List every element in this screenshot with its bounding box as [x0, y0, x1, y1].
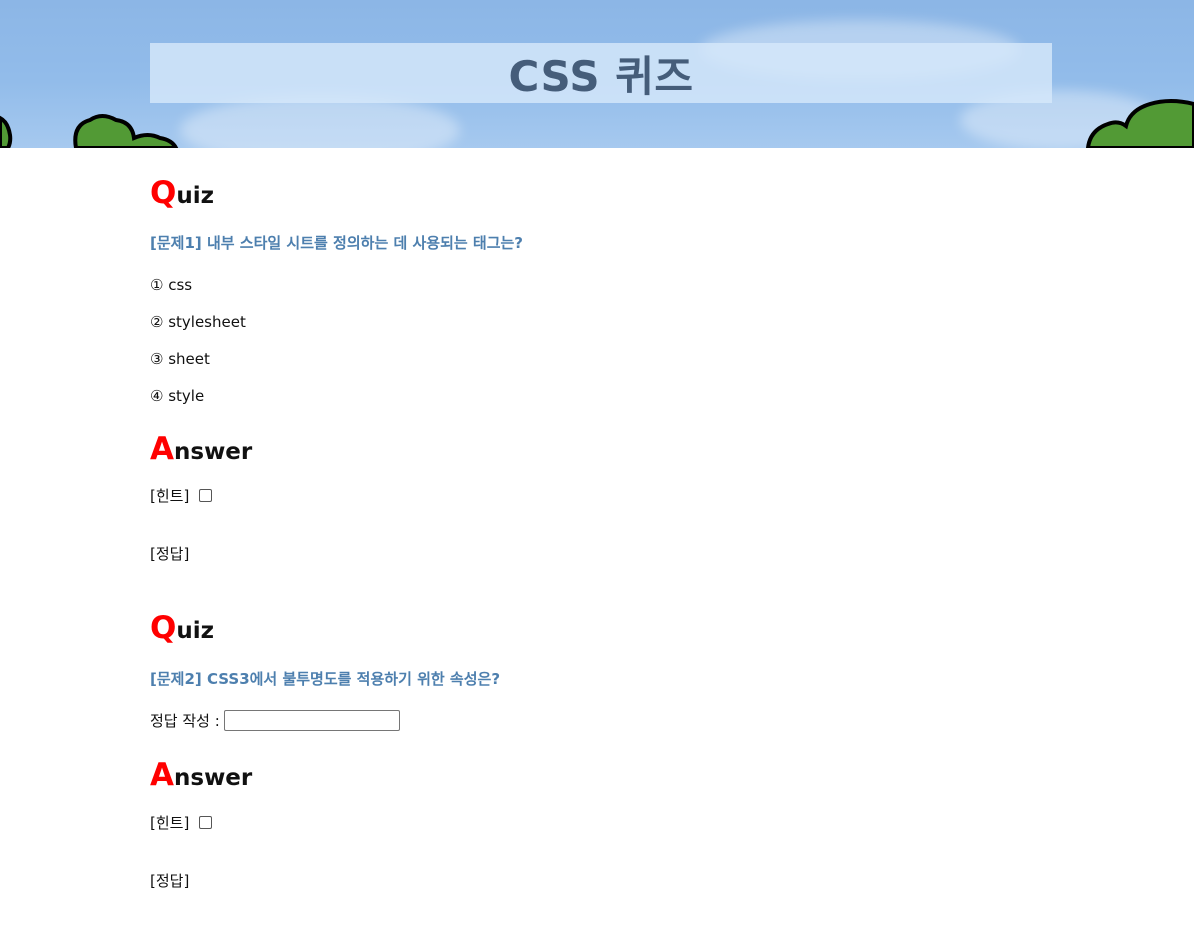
answer-heading-initial: A — [150, 757, 174, 793]
quiz-heading-rest: uiz — [176, 183, 215, 209]
answer-heading-rest: nswer — [174, 765, 253, 791]
answer-heading-initial: A — [150, 431, 174, 467]
question-1: [문제1] 내부 스타일 시트를 정의하는 데 사용되는 태그는? — [150, 234, 524, 252]
hint-row: [힌트] — [150, 485, 213, 506]
answer-heading: Answer — [150, 760, 252, 791]
quiz-heading: Quiz — [150, 178, 214, 209]
hint-checkbox[interactable] — [199, 816, 213, 829]
option-4: ④ style — [150, 387, 205, 405]
answer-input-label: 정답 작성 : — [150, 712, 220, 730]
quiz-heading-initial: Q — [150, 610, 177, 646]
answer-heading-rest: nswer — [174, 439, 253, 465]
header-banner: CSS 퀴즈 — [0, 0, 1194, 148]
answer-label: [정답] — [150, 872, 190, 890]
quiz-heading-rest: uiz — [176, 618, 215, 644]
hint-checkbox[interactable] — [199, 489, 213, 502]
answer-heading: Answer — [150, 434, 252, 465]
question-2: [문제2] CSS3에서 불투명도를 적용하기 위한 속성은? — [150, 670, 501, 688]
option-2: ② stylesheet — [150, 313, 246, 331]
quiz-heading-initial: Q — [150, 175, 177, 211]
quiz-heading: Quiz — [150, 613, 214, 644]
option-3: ③ sheet — [150, 350, 210, 368]
title-box: CSS 퀴즈 — [150, 43, 1052, 103]
answer-label: [정답] — [150, 545, 190, 563]
page-title: CSS 퀴즈 — [508, 51, 694, 101]
hint-row: [힌트] — [150, 812, 213, 833]
hint-label: [힌트] — [150, 487, 190, 505]
hint-label: [힌트] — [150, 814, 190, 832]
answer-input-row: 정답 작성 : — [150, 710, 400, 731]
option-1: ① css — [150, 276, 193, 294]
answer-input[interactable] — [223, 710, 400, 731]
